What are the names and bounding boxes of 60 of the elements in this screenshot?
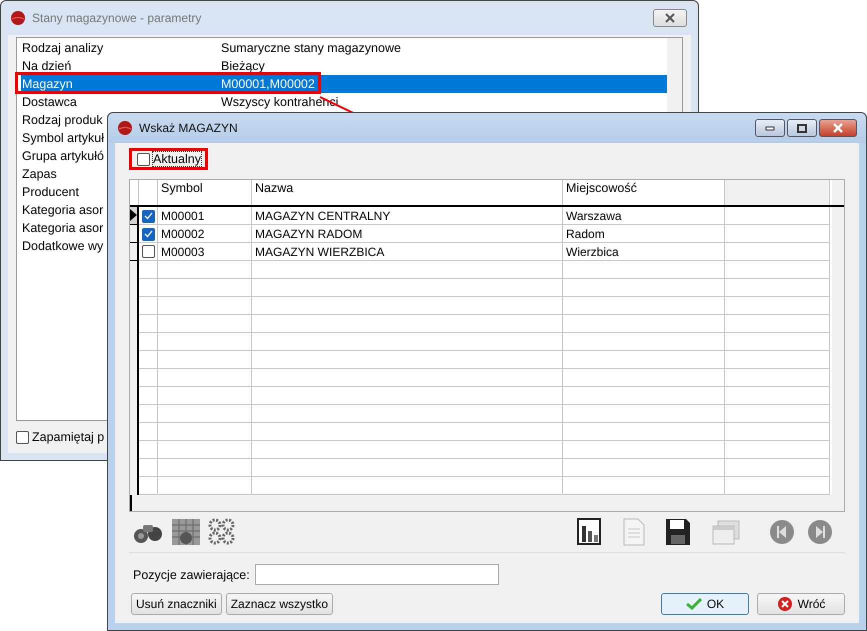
table-cell: MAGAZYN CENTRALNY [252, 207, 563, 225]
check-icon [686, 598, 702, 610]
checkbox[interactable] [137, 152, 150, 166]
checkbox-label: Aktualny [153, 152, 201, 166]
parameter-label: Dodatkowe wy [21, 239, 104, 253]
parameter-label: Rodzaj produk [21, 113, 103, 127]
field-label: Pozycje zawierające: [133, 568, 250, 582]
table-cell: MAGAZYN RADOM [252, 225, 563, 243]
window-title: Wskaż MAGAZYN [139, 121, 238, 135]
column-header[interactable]: Nazwa [252, 180, 563, 205]
row-checkbox[interactable] [142, 210, 155, 222]
minimize-icon [765, 126, 775, 130]
maximize-icon [797, 124, 807, 132]
save-icon[interactable] [665, 518, 691, 546]
cancel-icon [776, 596, 793, 612]
row-checkbox[interactable] [142, 228, 155, 240]
action-button[interactable]: Usuń znaczniki [131, 593, 222, 615]
parameter-label: Rodzaj analizy [21, 41, 104, 55]
table-cell: M00002 [158, 225, 252, 243]
window-title: Stany magazynowe - parametry [32, 11, 202, 25]
row-header[interactable] [130, 243, 139, 261]
grid-icon[interactable] [171, 518, 201, 546]
app-icon [10, 10, 26, 26]
maximize-button[interactable] [787, 119, 817, 137]
checkbox[interactable] [16, 430, 29, 444]
parameter-label: Kategoria asor [21, 221, 104, 235]
back-button[interactable]: Wróć [757, 593, 845, 615]
parameter-label: Na dzień [21, 59, 72, 73]
close-button[interactable] [819, 119, 857, 137]
parameter-label: Symbol artykuł [21, 131, 104, 145]
parameter-label: Zapas [21, 167, 57, 181]
row-checkbox[interactable] [142, 245, 155, 258]
close-icon [832, 123, 844, 133]
parameter-label: Magazyn [21, 77, 73, 91]
selected-row[interactable]: Magazyn M00001,M00002 [21, 75, 667, 93]
parameter-label: Grupa artykułó [21, 149, 104, 163]
table-cell: Radom [563, 225, 725, 243]
parameter-value: Bieżący [221, 59, 265, 73]
first-record-icon[interactable] [769, 519, 795, 545]
ok-button[interactable]: OK [661, 593, 749, 615]
parameter-label: Kategoria asor [21, 203, 104, 217]
parameter-label: Producent [21, 185, 79, 199]
parameter-value: M00001,M00002 [221, 77, 315, 91]
close-icon [664, 13, 676, 23]
row-header[interactable] [130, 207, 139, 225]
gears-icon[interactable] [207, 518, 237, 546]
chart-icon[interactable] [577, 518, 603, 546]
column-header[interactable]: Symbol [158, 180, 252, 205]
parameter-label: Dostawca [21, 95, 77, 109]
checkbox-label: Zapamiętaj p [32, 430, 104, 444]
input-field[interactable] [254, 564, 499, 585]
parameter-value: Sumaryczne stany magazynowe [221, 41, 401, 55]
row-header[interactable] [130, 225, 139, 243]
app-icon [117, 120, 133, 136]
action-button[interactable]: Zaznacz wszystko [226, 593, 334, 615]
minimize-button[interactable] [755, 119, 785, 137]
last-record-icon[interactable] [807, 519, 833, 545]
table-cell: M00001 [158, 207, 252, 225]
table-cell: Warszawa [563, 207, 725, 225]
close-button[interactable] [653, 9, 687, 27]
